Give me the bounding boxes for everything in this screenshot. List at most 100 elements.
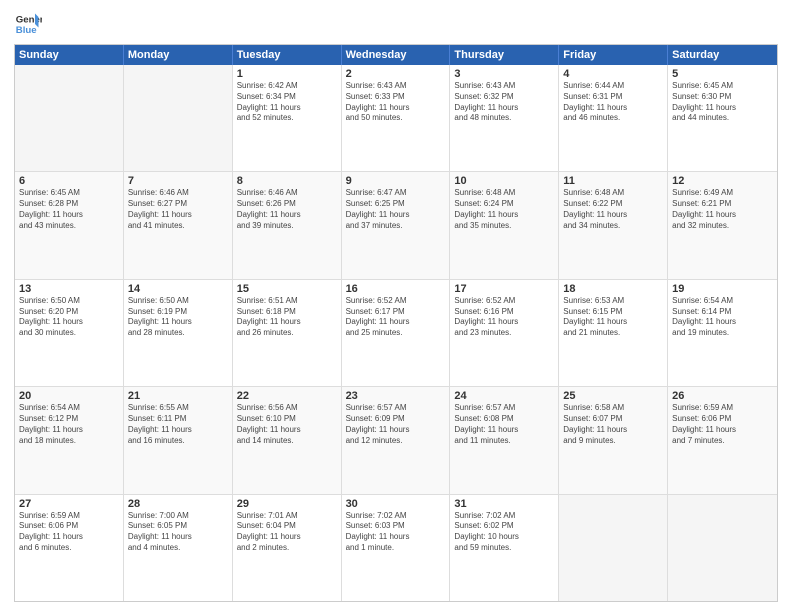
cell-info: Sunrise: 6:48 AMSunset: 6:24 PMDaylight:… xyxy=(454,188,554,231)
header-day-wednesday: Wednesday xyxy=(342,45,451,65)
cell-info: Sunrise: 6:50 AMSunset: 6:20 PMDaylight:… xyxy=(19,296,119,339)
day-number: 17 xyxy=(454,283,554,295)
cell-info: Sunrise: 7:02 AMSunset: 6:02 PMDaylight:… xyxy=(454,511,554,554)
cell-info: Sunrise: 6:46 AMSunset: 6:27 PMDaylight:… xyxy=(128,188,228,231)
calendar-cell: 2Sunrise: 6:43 AMSunset: 6:33 PMDaylight… xyxy=(342,65,451,171)
calendar-cell xyxy=(668,495,777,601)
cell-info: Sunrise: 6:48 AMSunset: 6:22 PMDaylight:… xyxy=(563,188,663,231)
cell-info: Sunrise: 6:43 AMSunset: 6:33 PMDaylight:… xyxy=(346,81,446,124)
day-number: 10 xyxy=(454,175,554,187)
calendar-cell: 3Sunrise: 6:43 AMSunset: 6:32 PMDaylight… xyxy=(450,65,559,171)
day-number: 1 xyxy=(237,68,337,80)
cell-info: Sunrise: 7:02 AMSunset: 6:03 PMDaylight:… xyxy=(346,511,446,554)
day-number: 22 xyxy=(237,390,337,402)
cell-info: Sunrise: 6:44 AMSunset: 6:31 PMDaylight:… xyxy=(563,81,663,124)
cell-info: Sunrise: 6:53 AMSunset: 6:15 PMDaylight:… xyxy=(563,296,663,339)
day-number: 23 xyxy=(346,390,446,402)
cell-info: Sunrise: 6:45 AMSunset: 6:30 PMDaylight:… xyxy=(672,81,773,124)
calendar-cell: 30Sunrise: 7:02 AMSunset: 6:03 PMDayligh… xyxy=(342,495,451,601)
calendar-cell: 25Sunrise: 6:58 AMSunset: 6:07 PMDayligh… xyxy=(559,387,668,493)
header-day-monday: Monday xyxy=(124,45,233,65)
calendar-cell: 5Sunrise: 6:45 AMSunset: 6:30 PMDaylight… xyxy=(668,65,777,171)
cell-info: Sunrise: 6:42 AMSunset: 6:34 PMDaylight:… xyxy=(237,81,337,124)
calendar-cell xyxy=(559,495,668,601)
day-number: 15 xyxy=(237,283,337,295)
cell-info: Sunrise: 6:57 AMSunset: 6:09 PMDaylight:… xyxy=(346,403,446,446)
day-number: 20 xyxy=(19,390,119,402)
day-number: 8 xyxy=(237,175,337,187)
day-number: 4 xyxy=(563,68,663,80)
cell-info: Sunrise: 6:52 AMSunset: 6:17 PMDaylight:… xyxy=(346,296,446,339)
cell-info: Sunrise: 6:56 AMSunset: 6:10 PMDaylight:… xyxy=(237,403,337,446)
cell-info: Sunrise: 6:54 AMSunset: 6:14 PMDaylight:… xyxy=(672,296,773,339)
cell-info: Sunrise: 6:58 AMSunset: 6:07 PMDaylight:… xyxy=(563,403,663,446)
day-number: 19 xyxy=(672,283,773,295)
calendar-cell: 31Sunrise: 7:02 AMSunset: 6:02 PMDayligh… xyxy=(450,495,559,601)
calendar-cell: 21Sunrise: 6:55 AMSunset: 6:11 PMDayligh… xyxy=(124,387,233,493)
day-number: 7 xyxy=(128,175,228,187)
header-day-sunday: Sunday xyxy=(15,45,124,65)
cell-info: Sunrise: 6:59 AMSunset: 6:06 PMDaylight:… xyxy=(672,403,773,446)
calendar-cell: 27Sunrise: 6:59 AMSunset: 6:06 PMDayligh… xyxy=(15,495,124,601)
calendar: SundayMondayTuesdayWednesdayThursdayFrid… xyxy=(14,44,778,602)
svg-text:Blue: Blue xyxy=(16,25,37,36)
calendar-cell: 13Sunrise: 6:50 AMSunset: 6:20 PMDayligh… xyxy=(15,280,124,386)
cell-info: Sunrise: 6:43 AMSunset: 6:32 PMDaylight:… xyxy=(454,81,554,124)
calendar-row-2: 6Sunrise: 6:45 AMSunset: 6:28 PMDaylight… xyxy=(15,171,777,278)
calendar-cell: 23Sunrise: 6:57 AMSunset: 6:09 PMDayligh… xyxy=(342,387,451,493)
day-number: 11 xyxy=(563,175,663,187)
calendar-cell: 24Sunrise: 6:57 AMSunset: 6:08 PMDayligh… xyxy=(450,387,559,493)
calendar-cell: 6Sunrise: 6:45 AMSunset: 6:28 PMDaylight… xyxy=(15,172,124,278)
cell-info: Sunrise: 6:59 AMSunset: 6:06 PMDaylight:… xyxy=(19,511,119,554)
calendar-cell: 29Sunrise: 7:01 AMSunset: 6:04 PMDayligh… xyxy=(233,495,342,601)
day-number: 29 xyxy=(237,498,337,510)
logo-icon: General Blue xyxy=(14,10,42,38)
header-day-thursday: Thursday xyxy=(450,45,559,65)
day-number: 12 xyxy=(672,175,773,187)
cell-info: Sunrise: 6:55 AMSunset: 6:11 PMDaylight:… xyxy=(128,403,228,446)
calendar-cell: 4Sunrise: 6:44 AMSunset: 6:31 PMDaylight… xyxy=(559,65,668,171)
calendar-cell: 9Sunrise: 6:47 AMSunset: 6:25 PMDaylight… xyxy=(342,172,451,278)
day-number: 25 xyxy=(563,390,663,402)
day-number: 24 xyxy=(454,390,554,402)
day-number: 14 xyxy=(128,283,228,295)
calendar-cell: 11Sunrise: 6:48 AMSunset: 6:22 PMDayligh… xyxy=(559,172,668,278)
day-number: 13 xyxy=(19,283,119,295)
calendar-cell: 7Sunrise: 6:46 AMSunset: 6:27 PMDaylight… xyxy=(124,172,233,278)
day-number: 31 xyxy=(454,498,554,510)
calendar-cell xyxy=(124,65,233,171)
cell-info: Sunrise: 6:46 AMSunset: 6:26 PMDaylight:… xyxy=(237,188,337,231)
cell-info: Sunrise: 7:01 AMSunset: 6:04 PMDaylight:… xyxy=(237,511,337,554)
day-number: 16 xyxy=(346,283,446,295)
cell-info: Sunrise: 7:00 AMSunset: 6:05 PMDaylight:… xyxy=(128,511,228,554)
cell-info: Sunrise: 6:49 AMSunset: 6:21 PMDaylight:… xyxy=(672,188,773,231)
header-day-saturday: Saturday xyxy=(668,45,777,65)
cell-info: Sunrise: 6:50 AMSunset: 6:19 PMDaylight:… xyxy=(128,296,228,339)
day-number: 18 xyxy=(563,283,663,295)
calendar-cell: 22Sunrise: 6:56 AMSunset: 6:10 PMDayligh… xyxy=(233,387,342,493)
page-header: General Blue xyxy=(14,10,778,38)
day-number: 2 xyxy=(346,68,446,80)
calendar-cell: 14Sunrise: 6:50 AMSunset: 6:19 PMDayligh… xyxy=(124,280,233,386)
day-number: 28 xyxy=(128,498,228,510)
calendar-cell: 20Sunrise: 6:54 AMSunset: 6:12 PMDayligh… xyxy=(15,387,124,493)
day-number: 27 xyxy=(19,498,119,510)
cell-info: Sunrise: 6:45 AMSunset: 6:28 PMDaylight:… xyxy=(19,188,119,231)
calendar-cell: 8Sunrise: 6:46 AMSunset: 6:26 PMDaylight… xyxy=(233,172,342,278)
calendar-cell: 26Sunrise: 6:59 AMSunset: 6:06 PMDayligh… xyxy=(668,387,777,493)
calendar-row-4: 20Sunrise: 6:54 AMSunset: 6:12 PMDayligh… xyxy=(15,386,777,493)
day-number: 3 xyxy=(454,68,554,80)
calendar-cell: 10Sunrise: 6:48 AMSunset: 6:24 PMDayligh… xyxy=(450,172,559,278)
calendar-cell: 1Sunrise: 6:42 AMSunset: 6:34 PMDaylight… xyxy=(233,65,342,171)
cell-info: Sunrise: 6:51 AMSunset: 6:18 PMDaylight:… xyxy=(237,296,337,339)
cell-info: Sunrise: 6:57 AMSunset: 6:08 PMDaylight:… xyxy=(454,403,554,446)
calendar-cell: 15Sunrise: 6:51 AMSunset: 6:18 PMDayligh… xyxy=(233,280,342,386)
calendar-body: 1Sunrise: 6:42 AMSunset: 6:34 PMDaylight… xyxy=(15,65,777,601)
cell-info: Sunrise: 6:47 AMSunset: 6:25 PMDaylight:… xyxy=(346,188,446,231)
calendar-cell xyxy=(15,65,124,171)
logo: General Blue xyxy=(14,10,42,38)
calendar-cell: 19Sunrise: 6:54 AMSunset: 6:14 PMDayligh… xyxy=(668,280,777,386)
calendar-row-3: 13Sunrise: 6:50 AMSunset: 6:20 PMDayligh… xyxy=(15,279,777,386)
calendar-cell: 28Sunrise: 7:00 AMSunset: 6:05 PMDayligh… xyxy=(124,495,233,601)
day-number: 26 xyxy=(672,390,773,402)
